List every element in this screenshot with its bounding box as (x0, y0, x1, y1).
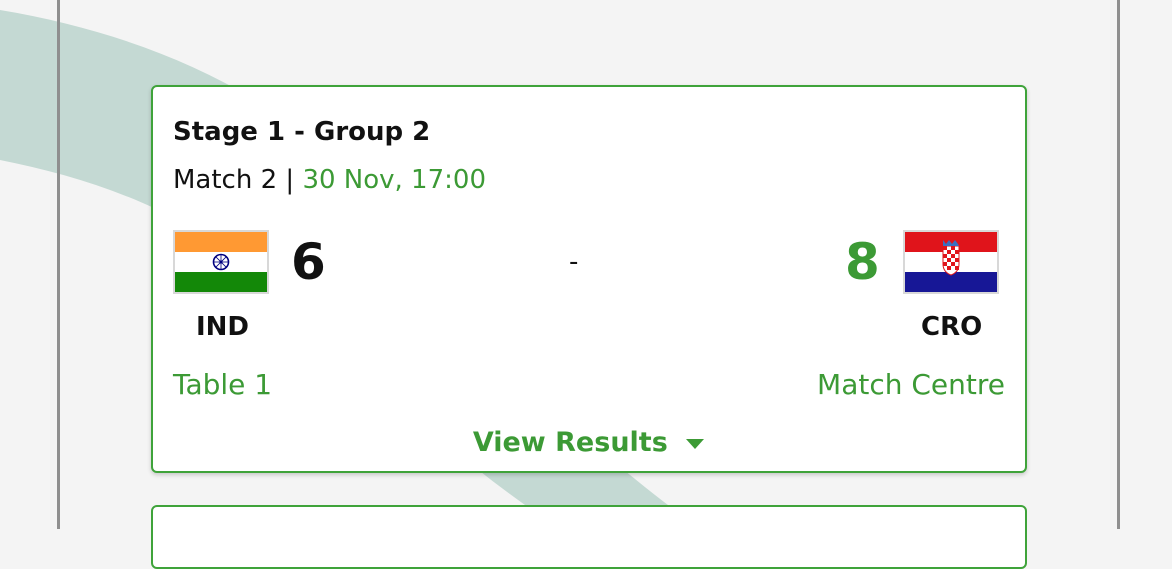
view-results-button[interactable]: View Results (153, 427, 1025, 458)
view-results-label: View Results (472, 427, 668, 458)
match-info: Match 2 | 30 Nov, 17:00 (173, 165, 486, 195)
caret-down-icon (686, 438, 705, 449)
match-datetime: 30 Nov, 17:00 (302, 165, 486, 195)
home-score: 6 (291, 233, 326, 291)
table-link[interactable]: Table 1 (173, 368, 272, 401)
match-card: Stage 1 - Group 2 Match 2 | 30 Nov, 17:0… (151, 85, 1027, 473)
india-flag-icon (173, 230, 269, 294)
match-info-separator: | (285, 165, 295, 195)
croatia-flag-icon (903, 230, 999, 294)
away-score: 8 (845, 233, 880, 291)
match-number: Match 2 (173, 165, 278, 195)
score-separator: - (569, 247, 579, 277)
page-border-right (1117, 0, 1120, 529)
page-border-left (57, 0, 60, 529)
stage-title: Stage 1 - Group 2 (173, 117, 431, 147)
next-match-card (151, 505, 1027, 569)
home-team-code: IND (196, 312, 250, 342)
match-centre-link[interactable]: Match Centre (817, 368, 1005, 401)
away-team-code: CRO (921, 312, 983, 342)
